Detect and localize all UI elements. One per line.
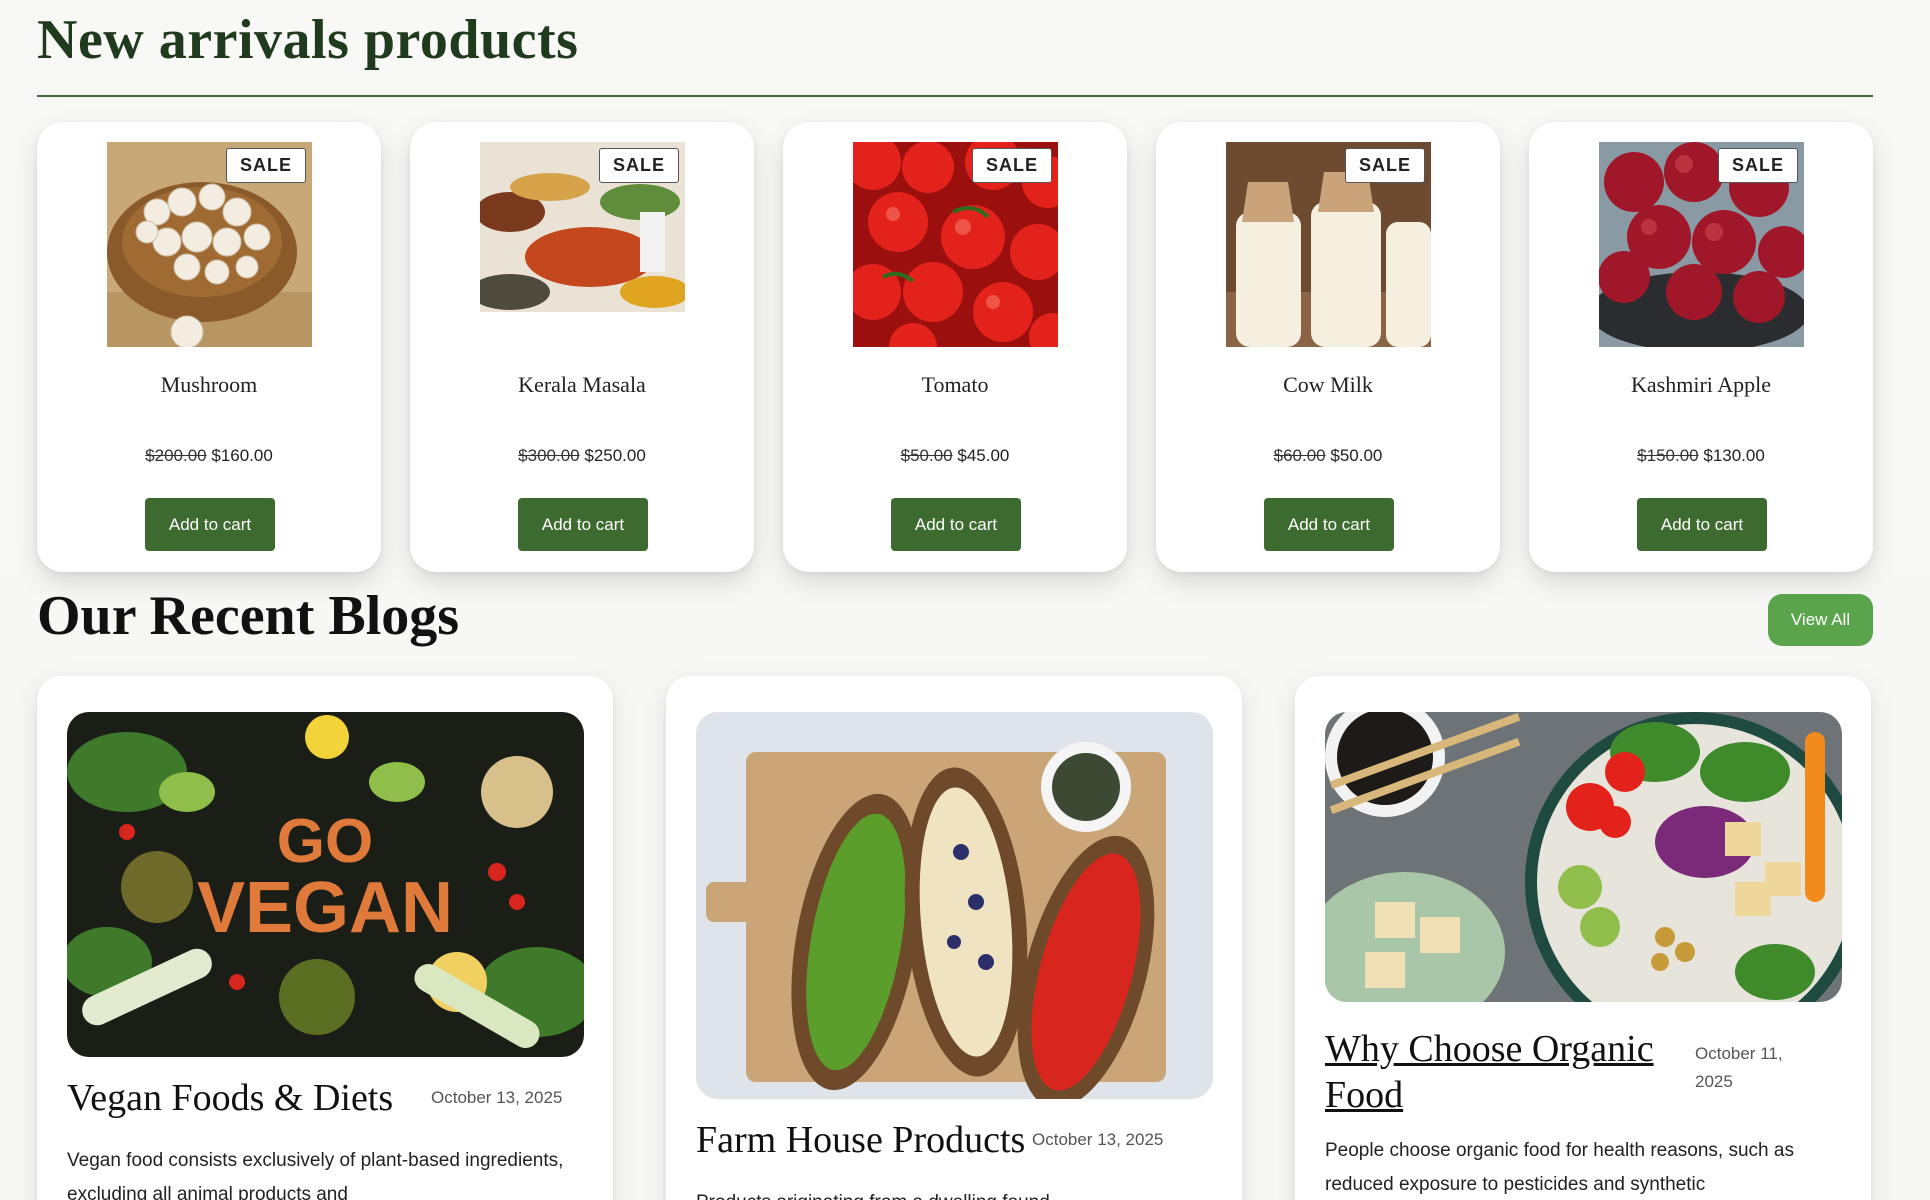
product-image-kashmiri-apple[interactable]: SALE [1599, 142, 1804, 347]
product-price: $150.00 $130.00 [1529, 446, 1873, 466]
blog-card-vegan: GO VEGAN Vegan Foods & Diets October 13,… [37, 676, 613, 1200]
product-card-cow-milk[interactable]: SALE Cow Milk $60.00 $50.00 Add to cart [1156, 122, 1500, 572]
product-price: $300.00 $250.00 [410, 446, 754, 466]
product-card-kashmiri-apple[interactable]: SALE Kashmiri Apple $150.00 $130.00 Add … [1529, 122, 1873, 572]
blog-excerpt: Vegan food consists exclusively of plant… [67, 1150, 564, 1200]
product-card-kerala-masala[interactable]: SALE Kerala Masala $300.00 $250.00 Add t… [410, 122, 754, 572]
product-image-kerala-masala[interactable]: SALE [480, 142, 685, 347]
product-price: $60.00 $50.00 [1156, 446, 1500, 466]
old-price: $150.00 [1637, 446, 1699, 465]
blog-image-farm-house[interactable] [696, 712, 1213, 1099]
new-arrivals-section: New arrivals products SALE Mushroom $200… [0, 0, 1930, 575]
blog-title-link[interactable]: Why Choose Organic Food [1325, 1026, 1695, 1118]
add-to-cart-button[interactable]: Add to cart [1264, 498, 1394, 551]
product-name[interactable]: Tomato [783, 372, 1127, 398]
add-to-cart-button[interactable]: Add to cart [518, 498, 648, 551]
blog-title[interactable]: Farm House Products [696, 1118, 1025, 1162]
add-to-cart-button[interactable]: Add to cart [891, 498, 1021, 551]
view-all-button[interactable]: View All [1768, 594, 1873, 646]
blog-date: October 11, 2025 [1695, 1044, 1783, 1091]
product-card-mushroom[interactable]: SALE Mushroom $200.00 $160.00 Add to car… [37, 122, 381, 572]
svg-text:GO: GO [277, 807, 373, 876]
blog-image-vegan[interactable]: GO VEGAN [67, 712, 584, 1057]
product-name[interactable]: Kerala Masala [410, 372, 754, 398]
blog-date: October 13, 2025 [431, 1088, 563, 1107]
sale-price: $250.00 [584, 446, 646, 465]
blog-image-organic[interactable] [1325, 712, 1842, 1002]
old-price: $300.00 [518, 446, 580, 465]
svg-text:VEGAN: VEGAN [197, 868, 453, 948]
heading-divider [37, 95, 1873, 97]
product-name[interactable]: Cow Milk [1156, 372, 1500, 398]
blog-card-organic: Why Choose Organic Food October 11, 2025… [1295, 676, 1871, 1200]
blog-date: October 13, 2025 [1032, 1130, 1164, 1149]
product-image-mushroom[interactable]: SALE [107, 142, 312, 347]
sale-badge: SALE [225, 148, 306, 183]
blog-excerpt: Products originating from a dwelling fou… [696, 1186, 1216, 1200]
recent-blogs-heading: Our Recent Blogs [37, 585, 460, 647]
product-image-tomato[interactable]: SALE [853, 142, 1058, 347]
product-price: $50.00 $45.00 [783, 446, 1127, 466]
product-price: $200.00 $160.00 [37, 446, 381, 466]
product-image-cow-milk[interactable]: SALE [1226, 142, 1431, 347]
sale-price: $45.00 [957, 446, 1010, 465]
sale-price: $130.00 [1703, 446, 1765, 465]
sale-price: $160.00 [211, 446, 273, 465]
add-to-cart-button[interactable]: Add to cart [1637, 498, 1767, 551]
blog-title[interactable]: Vegan Foods & Diets [67, 1076, 393, 1120]
sale-badge: SALE [1717, 148, 1798, 183]
old-price: $60.00 [1273, 446, 1326, 465]
new-arrivals-heading: New arrivals products [37, 9, 579, 71]
old-price: $200.00 [145, 446, 207, 465]
product-list: SALE Mushroom $200.00 $160.00 Add to car… [37, 122, 1873, 572]
sale-price: $50.00 [1330, 446, 1383, 465]
sale-badge: SALE [971, 148, 1052, 183]
product-card-tomato[interactable]: SALE Tomato $50.00 $45.00 Add to cart [783, 122, 1127, 572]
old-price: $50.00 [900, 446, 953, 465]
add-to-cart-button[interactable]: Add to cart [145, 498, 275, 551]
product-name[interactable]: Mushroom [37, 372, 381, 398]
blog-card-farm-house: Farm House Products October 13, 2025 Pro… [666, 676, 1242, 1200]
sale-badge: SALE [598, 148, 679, 183]
blog-excerpt: People choose organic food for health re… [1325, 1140, 1794, 1195]
product-name[interactable]: Kashmiri Apple [1529, 372, 1873, 398]
sale-badge: SALE [1344, 148, 1425, 183]
